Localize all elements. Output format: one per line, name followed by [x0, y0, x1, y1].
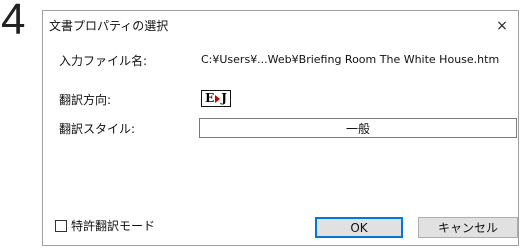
input-file-value: C:¥Users¥...Web¥Briefing Room The White …: [201, 53, 500, 66]
translation-direction-label: 翻訳方向:: [59, 93, 112, 107]
patent-mode-checkbox[interactable]: [55, 219, 67, 232]
direction-target-letter: J: [221, 91, 227, 105]
direction-arrow-icon: [215, 94, 221, 103]
direction-source-letter: E: [205, 91, 215, 105]
ok-button[interactable]: OK: [315, 217, 403, 238]
input-file-label: 入力ファイル名:: [59, 54, 148, 68]
dialog-titlebar: 文書プロパティの選択 ×: [43, 11, 518, 41]
translation-style-select[interactable]: 一般: [199, 118, 517, 138]
translation-style-label: 翻訳スタイル:: [59, 122, 136, 136]
document-properties-dialog: 文書プロパティの選択 × 入力ファイル名: C:¥Users¥...Web¥Br…: [42, 10, 519, 246]
dialog-title: 文書プロパティの選択: [49, 19, 169, 33]
cancel-button[interactable]: キャンセル: [418, 217, 518, 238]
step-number: 4: [1, 0, 26, 44]
patent-mode-label: 特許翻訳モード: [71, 219, 156, 233]
patent-mode-toggle[interactable]: 特許翻訳モード: [55, 217, 155, 234]
translation-style-value: 一般: [345, 121, 370, 136]
ej-direction-icon: E J: [201, 90, 231, 107]
close-icon[interactable]: ×: [486, 11, 518, 41]
